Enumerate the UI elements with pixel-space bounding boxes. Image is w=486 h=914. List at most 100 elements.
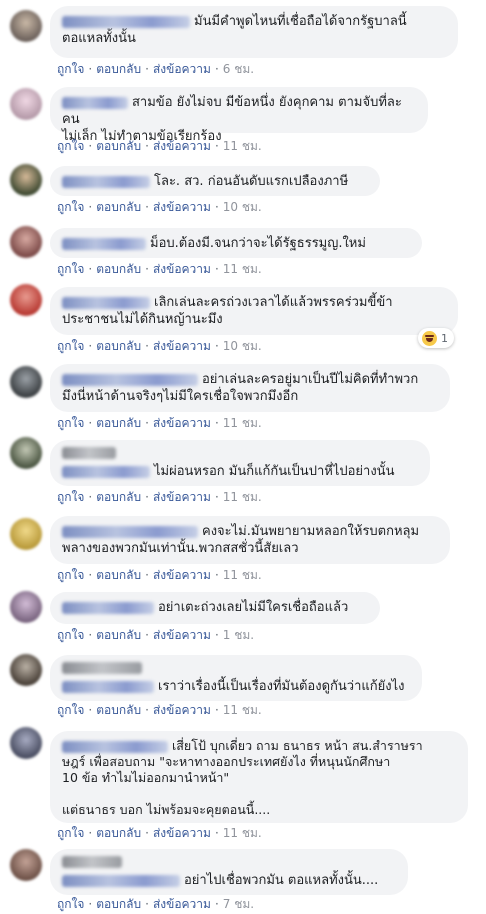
like-link[interactable]: ถูกใจ — [57, 628, 84, 642]
like-link[interactable]: ถูกใจ — [57, 339, 84, 353]
author-name[interactable] — [62, 465, 150, 478]
separator: · — [88, 62, 93, 76]
avatar[interactable] — [10, 88, 42, 120]
avatar[interactable] — [10, 366, 42, 398]
send-message-link[interactable]: ส่งข้อความ — [153, 200, 211, 214]
author-name[interactable] — [62, 856, 122, 868]
timestamp[interactable]: 11 ชม. — [223, 568, 262, 582]
send-message-link[interactable]: ส่งข้อความ — [153, 628, 211, 642]
comment-text: อย่าไปเชื่อพวกมัน ตอแหลทั้งนั้น.... — [184, 873, 379, 888]
timestamp[interactable]: 11 ชม. — [223, 139, 262, 153]
author-name[interactable] — [62, 740, 168, 753]
timestamp[interactable]: 6 ชม. — [223, 62, 254, 76]
reply-link[interactable]: ตอบกลับ — [96, 568, 141, 582]
like-link[interactable]: ถูกใจ — [57, 262, 84, 276]
reaction-badge[interactable]: 1 — [418, 328, 454, 348]
separator: · — [214, 62, 219, 76]
send-message-link[interactable]: ส่งข้อความ — [153, 897, 211, 911]
comment-actions: ถูกใจ · ตอบกลับ · ส่งข้อความ · 1 ชม. — [57, 626, 254, 645]
timestamp[interactable]: 10 ชม. — [223, 200, 262, 214]
avatar[interactable] — [10, 518, 42, 550]
send-message-link[interactable]: ส่งข้อความ — [153, 490, 211, 504]
avatar[interactable] — [10, 437, 42, 469]
like-link[interactable]: ถูกใจ — [57, 416, 84, 430]
send-message-link[interactable]: ส่งข้อความ — [153, 416, 211, 430]
send-message-link[interactable]: ส่งข้อความ — [153, 568, 211, 582]
author-name[interactable] — [62, 296, 150, 309]
like-link[interactable]: ถูกใจ — [57, 568, 84, 582]
like-link[interactable]: ถูกใจ — [57, 62, 84, 76]
timestamp[interactable]: 10 ชม. — [223, 339, 262, 353]
reply-link[interactable]: ตอบกลับ — [96, 62, 141, 76]
comment-bubble: คงจะไม่.มันพยายามหลอกให้รบตกหลุม พลางของ… — [50, 516, 450, 564]
author-name[interactable] — [62, 15, 190, 28]
send-message-link[interactable]: ส่งข้อความ — [153, 826, 211, 840]
timestamp[interactable]: 1 ชม. — [223, 628, 254, 642]
comment-actions: ถูกใจ · ตอบกลับ · ส่งข้อความ · 11 ชม. — [57, 701, 262, 720]
separator: · — [88, 628, 93, 642]
like-link[interactable]: ถูกใจ — [57, 826, 84, 840]
author-name[interactable] — [62, 525, 198, 538]
timestamp[interactable]: 7 ชม. — [223, 897, 254, 911]
comment-actions: ถูกใจ · ตอบกลับ · ส่งข้อความ · 11 ชม. — [57, 414, 262, 433]
reply-link[interactable]: ตอบกลับ — [96, 826, 141, 840]
avatar[interactable] — [10, 164, 42, 196]
reply-link[interactable]: ตอบกลับ — [96, 416, 141, 430]
author-name[interactable] — [62, 447, 116, 459]
avatar[interactable] — [10, 727, 42, 759]
author-name[interactable] — [62, 680, 154, 693]
separator: · — [214, 568, 219, 582]
send-message-link[interactable]: ส่งข้อความ — [153, 62, 211, 76]
reply-link[interactable]: ตอบกลับ — [96, 897, 141, 911]
separator: · — [214, 897, 219, 911]
author-name[interactable] — [62, 175, 150, 188]
author-name[interactable] — [62, 662, 142, 674]
separator: · — [145, 262, 149, 276]
like-link[interactable]: ถูกใจ — [57, 703, 84, 717]
separator: · — [145, 826, 149, 840]
comment-bubble: ไม่ผ่อนหรอก มันก็แก้กันเป็นปาหี่ไปอย่างน… — [50, 440, 430, 486]
avatar[interactable] — [10, 226, 42, 258]
reply-link[interactable]: ตอบกลับ — [96, 139, 141, 153]
separator: · — [145, 628, 149, 642]
reply-link[interactable]: ตอบกลับ — [96, 262, 141, 276]
like-link[interactable]: ถูกใจ — [57, 897, 84, 911]
send-message-link[interactable]: ส่งข้อความ — [153, 703, 211, 717]
avatar[interactable] — [10, 591, 42, 623]
separator: · — [145, 62, 149, 76]
separator: · — [214, 416, 219, 430]
reply-link[interactable]: ตอบกลับ — [96, 339, 141, 353]
send-message-link[interactable]: ส่งข้อความ — [153, 139, 211, 153]
like-link[interactable]: ถูกใจ — [57, 139, 84, 153]
author-name[interactable] — [62, 237, 146, 250]
comment-text: ไม่ผ่อนหรอก มันก็แก้กันเป็นปาหี่ไปอย่างน… — [154, 464, 395, 479]
reply-link[interactable]: ตอบกลับ — [96, 628, 141, 642]
reply-link[interactable]: ตอบกลับ — [96, 200, 141, 214]
separator: · — [214, 262, 219, 276]
timestamp[interactable]: 11 ชม. — [223, 826, 262, 840]
author-name[interactable] — [62, 874, 180, 887]
like-link[interactable]: ถูกใจ — [57, 490, 84, 504]
avatar[interactable] — [10, 849, 42, 881]
timestamp[interactable]: 11 ชม. — [223, 262, 262, 276]
send-message-link[interactable]: ส่งข้อความ — [153, 262, 211, 276]
author-name[interactable] — [62, 601, 154, 614]
author-name[interactable] — [62, 96, 128, 109]
separator: · — [145, 490, 149, 504]
author-name[interactable] — [62, 373, 198, 386]
avatar[interactable] — [10, 10, 42, 42]
separator: · — [145, 200, 149, 214]
comment-bubble: สามข้อ ยังไม่จบ มีข้อหนึ่ง ยังคุกคาม ตาม… — [50, 87, 428, 144]
comment-bubble: เราว่าเรื่องนี้เป็นเรื่องที่มันต้องดูกัน… — [50, 655, 422, 701]
send-message-link[interactable]: ส่งข้อความ — [153, 339, 211, 353]
comment-text: ม็อบ.ต้องมี.จนกว่าจะได้รัฐธรรมูญ.ใหม่ — [150, 236, 366, 251]
reply-link[interactable]: ตอบกลับ — [96, 703, 141, 717]
timestamp[interactable]: 11 ชม. — [223, 490, 262, 504]
reply-link[interactable]: ตอบกลับ — [96, 490, 141, 504]
comment-actions: ถูกใจ · ตอบกลับ · ส่งข้อความ · 11 ชม. — [57, 137, 262, 156]
avatar[interactable] — [10, 284, 42, 316]
timestamp[interactable]: 11 ชม. — [223, 416, 262, 430]
like-link[interactable]: ถูกใจ — [57, 200, 84, 214]
timestamp[interactable]: 11 ชม. — [223, 703, 262, 717]
avatar[interactable] — [10, 654, 42, 686]
